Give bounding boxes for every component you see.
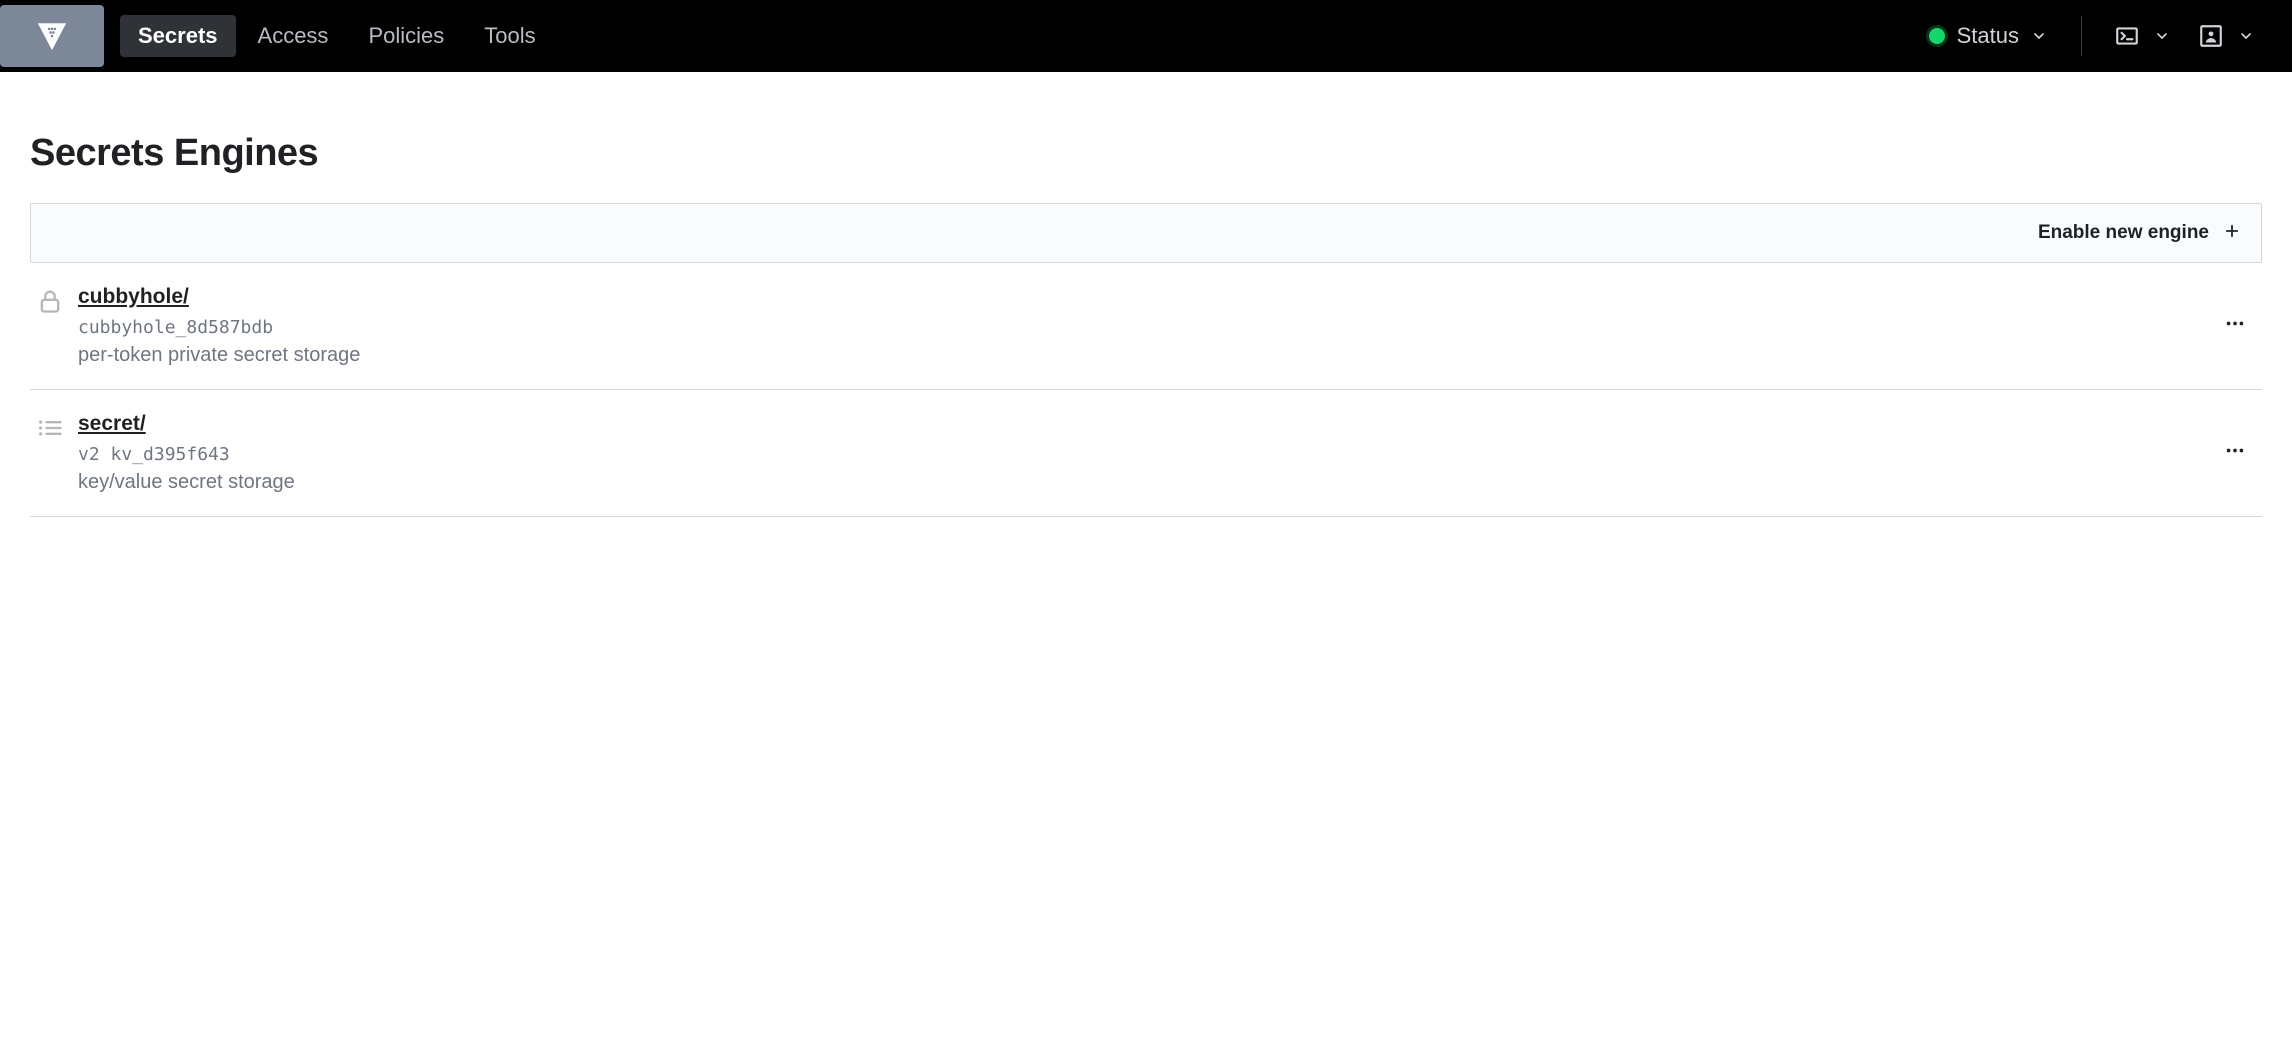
main-content: Secrets Engines Enable new engine cubbyh… — [0, 72, 2292, 517]
console-dropdown[interactable] — [2100, 23, 2184, 49]
row-actions-button[interactable] — [2216, 432, 2254, 475]
secrets-engine-list: cubbyhole/ cubbyhole_8d587bdb per-token … — [30, 263, 2262, 517]
page-title: Secrets Engines — [30, 132, 2262, 175]
nav-items: Secrets Access Policies Tools — [120, 15, 554, 57]
nav-item-policies[interactable]: Policies — [350, 15, 462, 57]
chevron-down-icon — [2238, 28, 2254, 44]
terminal-icon — [2114, 23, 2140, 49]
list-icon — [36, 414, 64, 442]
enable-new-engine-button[interactable]: Enable new engine — [2038, 220, 2241, 246]
nav-separator — [2081, 16, 2082, 56]
engine-name-link[interactable]: secret/ — [78, 412, 146, 435]
plus-icon — [2223, 220, 2241, 246]
list-item: cubbyhole/ cubbyhole_8d587bdb per-token … — [30, 263, 2262, 390]
engine-accessor: cubbyhole_8d587bdb — [78, 317, 2256, 338]
more-horizontal-icon — [2224, 440, 2246, 462]
list-item: secret/ v2 kv_d395f643 key/value secret … — [30, 390, 2262, 517]
user-icon — [2198, 23, 2224, 49]
nav-item-secrets[interactable]: Secrets — [120, 15, 236, 57]
engine-description: key/value secret storage — [78, 471, 2256, 494]
vault-logo[interactable] — [0, 5, 104, 67]
toolbar: Enable new engine — [30, 203, 2262, 263]
vault-logo-icon — [35, 19, 69, 53]
row-actions-button[interactable] — [2216, 305, 2254, 348]
status-label: Status — [1957, 23, 2019, 49]
lock-icon — [36, 287, 64, 315]
top-navbar: Secrets Access Policies Tools Status — [0, 0, 2292, 72]
more-horizontal-icon — [2224, 313, 2246, 335]
status-dropdown[interactable]: Status — [1913, 23, 2063, 49]
user-dropdown[interactable] — [2184, 23, 2268, 49]
nav-item-access[interactable]: Access — [240, 15, 347, 57]
chevron-down-icon — [2154, 28, 2170, 44]
nav-item-tools[interactable]: Tools — [466, 15, 553, 57]
engine-name-link[interactable]: cubbyhole/ — [78, 285, 189, 308]
enable-new-engine-label: Enable new engine — [2038, 222, 2209, 244]
engine-accessor: v2 kv_d395f643 — [78, 444, 2256, 465]
status-indicator-icon — [1929, 28, 1945, 44]
engine-description: per-token private secret storage — [78, 344, 2256, 367]
chevron-down-icon — [2031, 28, 2047, 44]
